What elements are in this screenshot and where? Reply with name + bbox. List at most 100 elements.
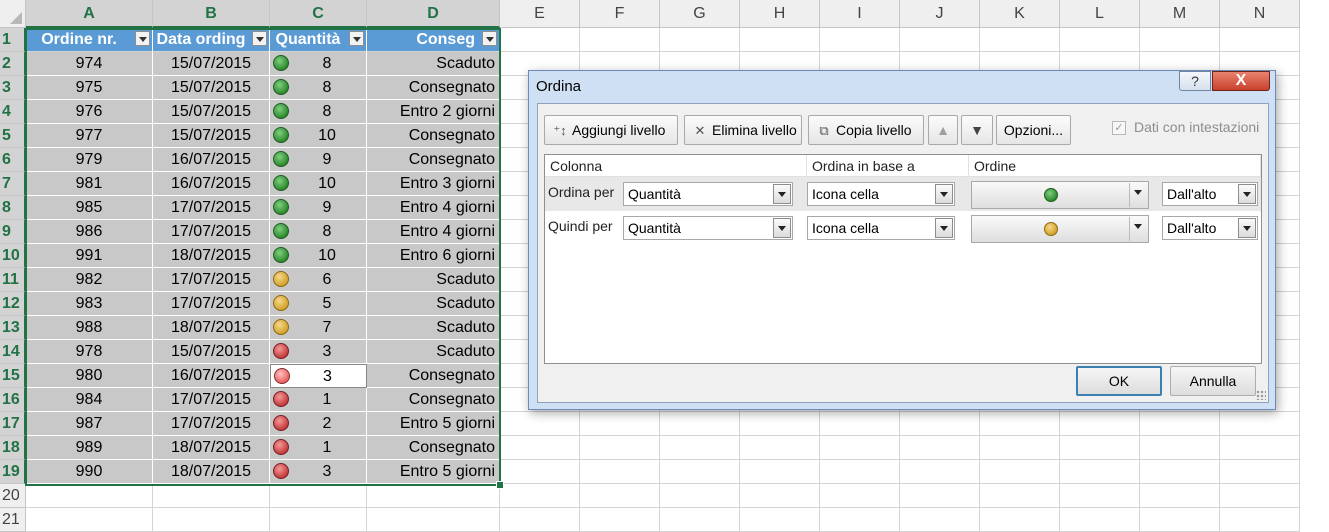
grid-cell[interactable]: [1060, 460, 1140, 484]
table-cell-data[interactable]: 18/07/2015: [153, 244, 270, 268]
close-button[interactable]: X: [1212, 71, 1270, 91]
grid-cell[interactable]: [1140, 508, 1220, 532]
row-header-17[interactable]: 17: [0, 412, 26, 436]
grid-cell[interactable]: [1140, 436, 1220, 460]
grid-cell[interactable]: [1220, 508, 1300, 532]
table-cell-data[interactable]: 15/07/2015: [153, 52, 270, 76]
row-header-12[interactable]: 12: [0, 292, 26, 316]
grid-cell[interactable]: [367, 484, 500, 508]
row-header-2[interactable]: 2: [0, 52, 26, 76]
direction-combo[interactable]: Dall'alto: [1162, 216, 1258, 240]
grid-cell[interactable]: [740, 508, 820, 532]
table-cell-consegna[interactable]: Entro 6 giorni: [367, 244, 500, 268]
table-cell-qta[interactable]: 9: [270, 148, 367, 172]
table-cell-data[interactable]: 17/07/2015: [153, 268, 270, 292]
table-cell-ordine[interactable]: 987: [26, 412, 153, 436]
chevron-down-icon[interactable]: [773, 218, 791, 238]
grid-cell[interactable]: [980, 460, 1060, 484]
table-cell-data[interactable]: 18/07/2015: [153, 436, 270, 460]
grid-cell[interactable]: [740, 436, 820, 460]
grid-cell[interactable]: [660, 484, 740, 508]
chevron-down-icon[interactable]: [1129, 183, 1147, 207]
grid-cell[interactable]: [820, 28, 900, 52]
grid-cell[interactable]: [1220, 460, 1300, 484]
table-cell-consegna[interactable]: Scaduto: [367, 316, 500, 340]
table-cell-ordine[interactable]: 991: [26, 244, 153, 268]
grid-cell[interactable]: [660, 460, 740, 484]
table-cell-qta[interactable]: 1: [270, 388, 367, 412]
grid-cell[interactable]: [1060, 484, 1140, 508]
table-cell-consegna[interactable]: Scaduto: [367, 292, 500, 316]
table-cell-qta[interactable]: 10: [270, 172, 367, 196]
column-header-E[interactable]: E: [500, 0, 580, 28]
chevron-down-icon[interactable]: [1238, 218, 1256, 238]
column-header-J[interactable]: J: [900, 0, 980, 28]
table-cell-qta[interactable]: 8: [270, 220, 367, 244]
grid-cell[interactable]: [1060, 436, 1140, 460]
grid-cell[interactable]: [900, 28, 980, 52]
table-cell-consegna[interactable]: Scaduto: [367, 268, 500, 292]
grid-cell[interactable]: [1140, 28, 1220, 52]
table-cell-consegna[interactable]: Scaduto: [367, 340, 500, 364]
select-all-corner[interactable]: [0, 0, 26, 28]
grid-cell[interactable]: [660, 508, 740, 532]
column-header-L[interactable]: L: [1060, 0, 1140, 28]
grid-cell[interactable]: [980, 484, 1060, 508]
row-header-15[interactable]: 15: [0, 364, 26, 388]
table-cell-ordine[interactable]: 981: [26, 172, 153, 196]
table-cell-ordine[interactable]: 976: [26, 100, 153, 124]
grid-cell[interactable]: [900, 436, 980, 460]
header-data-ordine[interactable]: Data ording: [153, 28, 270, 52]
column-header-M[interactable]: M: [1140, 0, 1220, 28]
table-cell-qta[interactable]: 10: [270, 124, 367, 148]
column-header-G[interactable]: G: [660, 0, 740, 28]
table-cell-consegna[interactable]: Consegnato: [367, 388, 500, 412]
table-cell-data[interactable]: 16/07/2015: [153, 172, 270, 196]
row-header-6[interactable]: 6: [0, 148, 26, 172]
table-cell-data[interactable]: 17/07/2015: [153, 292, 270, 316]
table-cell-ordine[interactable]: 977: [26, 124, 153, 148]
grid-cell[interactable]: [580, 436, 660, 460]
grid-cell[interactable]: [580, 484, 660, 508]
table-cell-ordine[interactable]: 985: [26, 196, 153, 220]
order-icon-combo[interactable]: [971, 181, 1149, 209]
row-header-21[interactable]: 21: [0, 508, 26, 532]
grid-cell[interactable]: [820, 484, 900, 508]
grid-cell[interactable]: [980, 436, 1060, 460]
grid-cell[interactable]: [740, 484, 820, 508]
direction-combo[interactable]: Dall'alto: [1162, 182, 1258, 206]
grid-cell[interactable]: [500, 508, 580, 532]
row-header-19[interactable]: 19: [0, 460, 26, 484]
grid-cell[interactable]: [1060, 28, 1140, 52]
row-header-5[interactable]: 5: [0, 124, 26, 148]
table-cell-data[interactable]: 17/07/2015: [153, 388, 270, 412]
grid-cell[interactable]: [270, 484, 367, 508]
grid-cell[interactable]: [980, 508, 1060, 532]
header-ordine-nr[interactable]: Ordine nr.: [26, 28, 153, 52]
grid-cell[interactable]: [500, 28, 580, 52]
row-header-3[interactable]: 3: [0, 76, 26, 100]
row-header-1[interactable]: 1: [0, 28, 26, 52]
grid-cell[interactable]: [500, 436, 580, 460]
table-cell-ordine[interactable]: 974: [26, 52, 153, 76]
move-down-button[interactable]: ▼: [961, 115, 993, 145]
table-cell-consegna[interactable]: Consegnato: [367, 148, 500, 172]
table-cell-ordine[interactable]: 989: [26, 436, 153, 460]
ok-button[interactable]: OK: [1076, 366, 1162, 396]
resize-grip[interactable]: [1256, 390, 1266, 400]
chevron-down-icon[interactable]: [1129, 217, 1147, 241]
grid-cell[interactable]: [1060, 412, 1140, 436]
table-cell-consegna[interactable]: Entro 4 giorni: [367, 220, 500, 244]
table-cell-qta[interactable]: 2: [270, 412, 367, 436]
grid-cell[interactable]: [660, 436, 740, 460]
cancel-button[interactable]: Annulla: [1170, 366, 1256, 396]
table-cell-ordine[interactable]: 982: [26, 268, 153, 292]
column-header-K[interactable]: K: [980, 0, 1060, 28]
order-icon-combo[interactable]: [971, 215, 1149, 243]
filter-dropdown-icon[interactable]: [482, 31, 497, 46]
table-cell-consegna[interactable]: Entro 3 giorni: [367, 172, 500, 196]
grid-cell[interactable]: [820, 460, 900, 484]
row-header-10[interactable]: 10: [0, 244, 26, 268]
sort-on-combo[interactable]: Icona cella: [807, 216, 955, 240]
table-cell-data[interactable]: 15/07/2015: [153, 76, 270, 100]
